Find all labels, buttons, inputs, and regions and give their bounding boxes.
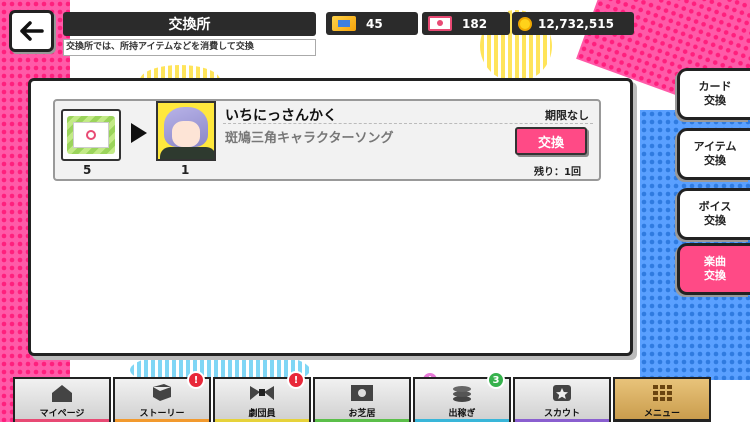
ticket-icon [428,16,452,31]
stage-icon [349,382,375,404]
cost-item-box [61,109,121,161]
ticket-b-counter: 182 [422,12,510,35]
ticket-b-count: 182 [462,16,488,31]
coin-counter: 12,732,515 [512,12,634,35]
notification-badge: 3 [487,371,505,389]
coin-count: 12,732,515 [538,16,614,31]
divider [223,123,593,124]
page-title: 交換所 [63,12,316,36]
nav-dispatch[interactable]: 出稼ぎ 3 [413,371,511,422]
ticket-icon [332,16,356,31]
notification-badge: ! [187,371,205,389]
nav-mypage[interactable]: マイページ [13,377,111,422]
coin-stack-icon [449,382,475,404]
arrow-left-icon [19,21,44,41]
exchange-list-panel: 5 1 いちにっさんかく 斑鳩三角キャラクターソング 期限なし 交換 残り：1回 [28,78,633,356]
page-subtitle: 交換所では、所持アイテムなどを消費して交換 [63,39,316,56]
bottom-navigation: マイページ ストーリー ! 劇団員 ! お芝居 ! 出稼ぎ 3 [13,371,750,422]
nav-troupe[interactable]: 劇団員 ! [213,371,311,422]
back-button[interactable] [9,10,54,52]
tab-song-exchange[interactable]: 楽曲 交換 [677,243,750,295]
exchange-button[interactable]: 交換 [515,127,587,155]
cost-quantity: 5 [83,163,92,177]
book-icon [149,382,175,404]
remaining-count: 残り：1回 [534,167,581,178]
exchange-item-card: 5 1 いちにっさんかく 斑鳩三角キャラクターソング 期限なし 交換 残り：1回 [53,99,601,181]
nav-play[interactable]: お芝居 ! [313,371,439,422]
reward-item-thumbnail[interactable] [156,101,216,161]
notification-badge: ! [287,371,305,389]
ticket-a-counter: 45 [326,12,418,35]
star-badge-icon [549,382,575,404]
coin-icon [518,16,532,31]
tab-voice-exchange[interactable]: ボイス 交換 [677,188,750,240]
bowtie-icon [249,382,275,404]
nav-story[interactable]: ストーリー ! [113,371,211,422]
tab-card-exchange[interactable]: カード 交換 [677,68,750,120]
envelope-ticket-icon [67,116,115,154]
item-name: いちにっさんかく [225,108,337,124]
reward-quantity: 1 [181,163,190,177]
tab-item-exchange[interactable]: アイテム 交換 [677,128,750,180]
item-description: 斑鳩三角キャラクターソング [225,131,394,146]
nav-scout[interactable]: スカウト [513,377,611,422]
grid-menu-icon [649,382,675,404]
arrow-right-icon [131,123,147,143]
deadline-label: 期限なし [545,109,589,122]
nav-menu[interactable]: メニュー [613,377,711,422]
ticket-a-count: 45 [366,16,383,31]
house-icon [49,382,75,404]
